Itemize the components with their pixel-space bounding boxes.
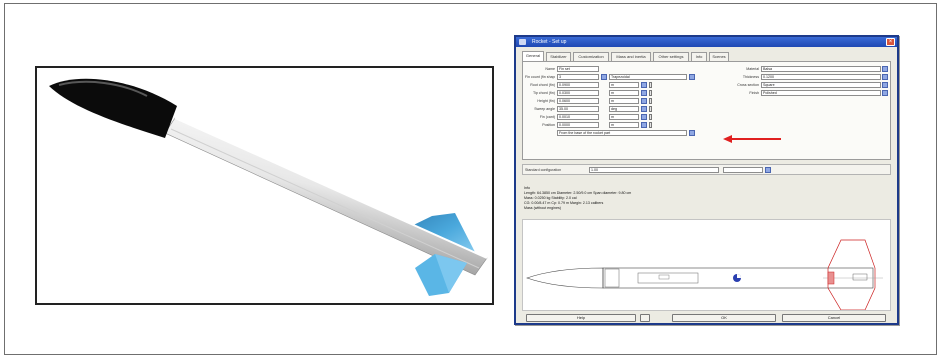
general-tab-panel: Name Fin set Fin count (fin shape) 3 Tra… (522, 61, 891, 160)
finish-select[interactable]: Polished (761, 90, 881, 96)
tab-customization[interactable]: Customization (573, 52, 609, 61)
field-label: Tip chord (fin) (532, 91, 555, 95)
position-reference-select[interactable]: From the base of the rocket part (557, 130, 687, 136)
dialog-button-bar: Help OK Cancel (522, 314, 891, 323)
chevron-down-icon[interactable] (641, 90, 647, 96)
dialog-titlebar: Rocket - Set up × (516, 37, 897, 47)
field-label: Thickness (742, 75, 759, 79)
tab-bar: General Stabilizer Customization Mass an… (522, 51, 891, 61)
chevron-down-icon[interactable] (641, 82, 647, 88)
cant-input[interactable]: 0.0010 (557, 114, 599, 120)
sweep-angle-input[interactable]: 35.00 (557, 106, 599, 112)
tab-scenes[interactable]: Scenes (709, 52, 729, 61)
tab-other-settings[interactable]: Other settings (653, 52, 689, 61)
configuration-extra[interactable] (723, 167, 763, 173)
name-input[interactable]: Fin set (557, 66, 599, 72)
spinner[interactable] (649, 114, 652, 120)
field-label: Sweep angle (534, 107, 555, 111)
spinner[interactable] (649, 98, 652, 104)
ok-button[interactable]: OK (672, 314, 776, 322)
cross-section-select[interactable]: Square (761, 82, 881, 88)
rocket-setup-dialog: Rocket - Set up × General Stabilizer Cus… (514, 35, 899, 325)
fin-count-input[interactable]: 3 (557, 74, 599, 80)
field-label: Material (746, 67, 759, 71)
field-label: Fin count (fin shape) (525, 75, 555, 79)
chevron-down-icon[interactable] (641, 98, 647, 104)
chevron-down-icon[interactable] (882, 90, 888, 96)
unit-select[interactable]: m (609, 98, 639, 104)
height-input[interactable]: 0.0600 (557, 98, 599, 104)
tab-mass-inertia[interactable]: Mass and inertia (611, 52, 651, 61)
fin-shape-select[interactable]: Trapezoidal (609, 74, 687, 80)
tab-general[interactable]: General (522, 51, 544, 61)
chevron-down-icon[interactable] (689, 74, 695, 80)
info-section: Info Length: 64.3850 cm Diameter: 2.50/9… (524, 186, 884, 211)
app-icon (519, 39, 526, 45)
fin-outline (827, 239, 876, 310)
chevron-down-icon[interactable] (882, 82, 888, 88)
rocket-body-tube (164, 117, 488, 276)
thickness-input[interactable]: 0.1200 (761, 74, 881, 80)
material-select[interactable]: Balsa (761, 66, 881, 72)
configuration-value[interactable]: 1.00 (589, 167, 719, 173)
chevron-down-icon[interactable] (882, 66, 888, 72)
configuration-label: Standard configuration (525, 168, 562, 172)
spinner[interactable] (649, 106, 652, 112)
field-label: Position (542, 123, 555, 127)
info-line: Mass (without engines) (524, 206, 561, 210)
field-label: Fin (cant) (539, 115, 555, 119)
field-label: Height (fin) (537, 99, 555, 103)
unit-select[interactable]: m (609, 122, 639, 128)
rocket-nose-cone (49, 78, 177, 138)
tab-stabilizer[interactable]: Stabilizer (546, 52, 571, 61)
field-label: Finish (749, 91, 759, 95)
root-chord-input[interactable]: 0.0900 (557, 82, 599, 88)
dialog-title: Rocket - Set up (532, 39, 567, 45)
rocket-profile-drawing (526, 239, 883, 310)
rocket-render-panel (35, 66, 494, 305)
field-label: Root chord (fin) (530, 83, 555, 87)
chevron-down-icon[interactable] (689, 130, 695, 136)
chevron-down-icon[interactable] (641, 122, 647, 128)
position-input[interactable]: 0.0000 (557, 122, 599, 128)
red-arrow-annotation (723, 135, 781, 143)
field-label: Name (545, 67, 555, 71)
spinner[interactable] (649, 90, 652, 96)
chevron-down-icon[interactable] (882, 74, 888, 80)
unit-select[interactable]: m (609, 82, 639, 88)
tip-chord-input[interactable]: 0.0300 (557, 90, 599, 96)
unit-select[interactable]: deg (609, 106, 639, 112)
unit-select[interactable]: m (609, 114, 639, 120)
help-button[interactable]: Help (526, 314, 636, 322)
chevron-down-icon[interactable] (641, 114, 647, 120)
chevron-down-icon[interactable] (641, 106, 647, 112)
options-button[interactable] (640, 314, 650, 322)
unit-select[interactable]: m (609, 90, 639, 96)
configuration-bar: Standard configuration 1.00 (522, 164, 891, 175)
tab-info[interactable]: Info (691, 52, 707, 61)
chevron-down-icon[interactable] (765, 167, 771, 173)
rocket-profile-figure (522, 219, 891, 311)
cancel-button[interactable]: Cancel (782, 314, 886, 322)
field-label: Cross section (737, 83, 759, 87)
chevron-down-icon[interactable] (601, 74, 607, 80)
spinner[interactable] (649, 122, 652, 128)
rocket-3d-image (49, 78, 488, 296)
spinner[interactable] (649, 82, 652, 88)
close-icon[interactable]: × (886, 38, 895, 46)
